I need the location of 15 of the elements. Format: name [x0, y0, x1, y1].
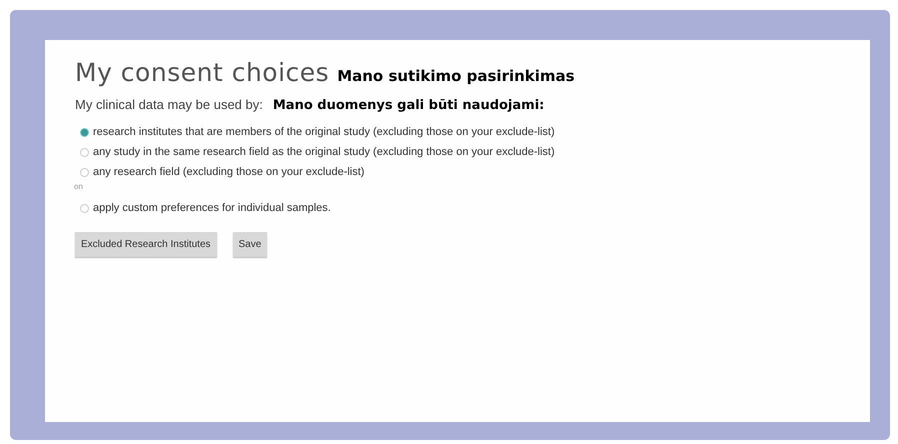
action-button[interactable]: Save: [232, 232, 268, 257]
radio-option[interactable]: research institutes that are members of the original study (excluding those on your exclude-list): [80, 122, 840, 142]
radio-button[interactable]: [80, 168, 89, 176]
title-translation: Mano sutikimo pasirinkimas: [337, 67, 575, 85]
page-title: My consent choices: [75, 58, 330, 87]
radio-option[interactable]: apply custom preferences for individual samples.: [80, 198, 840, 218]
radio-button[interactable]: [80, 128, 89, 136]
radio-button[interactable]: [80, 204, 89, 212]
radio-option[interactable]: any study in the same research field as the original study (excluding those on your exclude-list): [80, 142, 840, 162]
prompt-translation: Mano duomenys gali būti naudojami:: [272, 98, 544, 113]
radio-option[interactable]: any research field (excluding those on your exclude-list): [80, 162, 840, 182]
separator-text: on: [74, 182, 84, 192]
prompt-text: My clinical data may be used by:: [75, 97, 263, 112]
action-button[interactable]: Excluded Research Institutes: [75, 232, 217, 257]
radio-button[interactable]: [80, 148, 89, 156]
